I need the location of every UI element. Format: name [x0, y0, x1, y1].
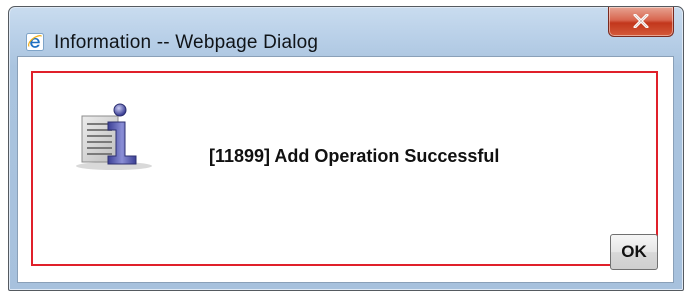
internet-explorer-icon	[26, 33, 44, 51]
title-bar[interactable]: Information -- Webpage Dialog	[9, 7, 683, 53]
close-button[interactable]	[608, 7, 674, 37]
dialog-body: [11899] Add Operation Successful OK	[17, 56, 674, 283]
information-icon	[76, 103, 152, 170]
status-message: [11899] Add Operation Successful	[209, 146, 500, 166]
close-icon	[633, 14, 649, 28]
window-title: Information -- Webpage Dialog	[54, 32, 319, 53]
ok-button[interactable]: OK	[610, 234, 658, 270]
dialog-window: Information -- Webpage Dialog [11899] Ad…	[8, 6, 684, 291]
